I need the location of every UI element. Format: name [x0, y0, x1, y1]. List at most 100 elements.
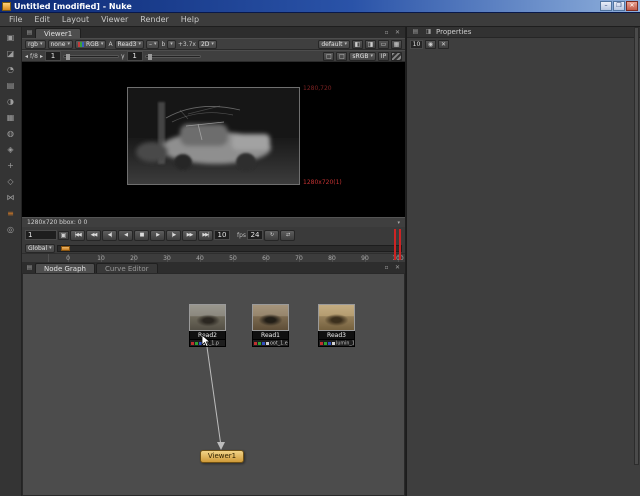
roi-icon[interactable]: ▭	[378, 39, 389, 49]
gamma-slider-handle[interactable]	[147, 53, 152, 60]
bounce-mode-icon[interactable]: ⇄	[280, 229, 296, 241]
node-viewer1[interactable]: Viewer1	[200, 450, 244, 463]
close-button[interactable]: ✕	[626, 1, 638, 11]
dock-edge-strip[interactable]	[634, 27, 639, 465]
range-slider-handle[interactable]	[60, 245, 70, 251]
fstop-right-icon[interactable]: ▸	[40, 53, 43, 60]
lock-icon[interactable]: ▣	[58, 230, 69, 240]
fstop-left-icon[interactable]: ◂	[25, 53, 28, 60]
node-graph-canvas[interactable]: Read2 t_1.p Read1 oot_1.e Read3 lumin_1 …	[22, 273, 405, 496]
timeline-ruler[interactable]: 0 10 20 30 40 50 60 70 80 90 100	[22, 253, 405, 262]
menu-edit[interactable]: Edit	[28, 13, 56, 26]
max-panels-field[interactable]: 10	[410, 40, 423, 49]
toolbar-icon-other[interactable]: ◎	[3, 223, 19, 236]
wipe-mode-dropdown[interactable]: – ▾	[145, 39, 160, 49]
input-a-dropdown[interactable]: Read3 ▾	[114, 39, 144, 49]
wipe-stripes-icon[interactable]	[391, 51, 402, 61]
menu-file[interactable]: File	[3, 13, 28, 26]
range-mode-dropdown[interactable]: Global ▾	[25, 243, 55, 253]
play-forward-fast-button[interactable]: ▶▶	[182, 229, 197, 241]
panel-menu-icon[interactable]: ▤	[24, 263, 35, 273]
chevron-down-icon: ▾	[370, 53, 373, 59]
viewer-process-dropdown[interactable]: default ▾	[318, 39, 350, 49]
play-backward-fast-button[interactable]: ◀◀	[86, 229, 101, 241]
toolbar-icon-time[interactable]: ◔	[3, 63, 19, 76]
channel-chip-red	[254, 341, 257, 345]
close-all-panels-icon[interactable]: ✕	[438, 40, 449, 49]
playhead-marker[interactable]	[394, 229, 401, 260]
menu-render[interactable]: Render	[134, 13, 174, 26]
wipe-a-icon[interactable]: ◧	[352, 39, 363, 49]
cliptest-icon[interactable]: □	[336, 51, 348, 61]
toolbar-icon-channel[interactable]: ▤	[3, 79, 19, 92]
fps-field[interactable]: 24	[247, 230, 264, 240]
toolbar-icon-metadata[interactable]: ≡	[3, 207, 19, 220]
close-panel-icon[interactable]: ✕	[392, 263, 403, 273]
tab-viewer1[interactable]: Viewer1	[35, 28, 82, 38]
checker-icon[interactable]: ▦	[391, 39, 402, 49]
gain-field[interactable]: 1	[44, 51, 61, 61]
tab-node-graph[interactable]: Node Graph	[35, 263, 95, 273]
chevron-down-icon: ▾	[153, 41, 157, 47]
toolbar-icon-transform[interactable]: +	[3, 159, 19, 172]
zoom-level[interactable]: +3.7x	[178, 41, 196, 48]
view-mode-dropdown[interactable]: 2D ▾	[197, 39, 217, 49]
menu-help[interactable]: Help	[175, 13, 205, 26]
goto-start-button[interactable]: |◀◀	[70, 229, 85, 241]
channel-chip-red	[191, 341, 194, 345]
gamma-slider[interactable]	[144, 53, 201, 60]
frame-increment-field[interactable]: 10	[214, 230, 230, 240]
toolbar-icon-color[interactable]: ◑	[3, 95, 19, 108]
title-bar[interactable]: Untitled [modified] - Nuke – ❐ ✕	[0, 0, 640, 13]
float-panel-icon[interactable]: ▫	[381, 263, 392, 273]
viewer-canvas[interactable]: 1280,720 1280x720(1)	[22, 62, 405, 217]
gamma-field[interactable]: 1	[126, 51, 143, 61]
stop-button[interactable]: ■	[134, 229, 149, 241]
prev-increment-button[interactable]: ◀|	[102, 229, 117, 241]
close-panel-icon[interactable]: ✕	[392, 28, 403, 38]
gain-slider-handle[interactable]	[65, 53, 70, 60]
panel-menu-icon[interactable]: ▤	[24, 28, 35, 38]
menu-layout[interactable]: Layout	[56, 13, 95, 26]
gamma-toggle-icon[interactable]: □	[323, 51, 335, 61]
gain-slider[interactable]	[62, 53, 119, 60]
tab-curve-editor[interactable]: Curve Editor	[95, 263, 158, 273]
loop-mode-icon[interactable]: ↻	[264, 229, 280, 241]
viewer-image	[127, 87, 300, 185]
maximize-button[interactable]: ❐	[613, 1, 625, 11]
input-b-dropdown[interactable]: ▾	[167, 39, 176, 49]
play-backward-button[interactable]: ◀	[118, 229, 133, 241]
wipe-b-icon[interactable]: ◨	[365, 39, 376, 49]
node-read3[interactable]: Read3 lumin_1	[318, 304, 355, 347]
toolbar-icon-particles[interactable]: ⋈	[3, 191, 19, 204]
toolbar-icon-merge[interactable]: ◈	[3, 143, 19, 156]
play-forward-button[interactable]: ▶	[150, 229, 165, 241]
layer-dropdown[interactable]: rgb ▾	[25, 39, 46, 49]
menu-viewer[interactable]: Viewer	[95, 13, 134, 26]
pin-all-icon[interactable]: ◉	[425, 40, 436, 49]
chevron-down-icon: ▾	[49, 245, 52, 251]
properties-grid-icon[interactable]: ◨	[423, 27, 434, 37]
input-process-button[interactable]: IP	[378, 51, 389, 61]
toolbar-icon-image[interactable]: ▣	[3, 31, 19, 44]
resolution-bbox-text: 1280x720 bbox: 0 0	[27, 219, 88, 226]
toolbar-icon-draw[interactable]: ◪	[3, 47, 19, 60]
next-increment-button[interactable]: |▶	[166, 229, 181, 241]
fstop-value[interactable]: f/8	[30, 53, 38, 60]
channels-dropdown[interactable]: RGB ▾	[74, 39, 107, 49]
range-slider[interactable]	[56, 244, 402, 252]
float-panel-icon[interactable]: ▫	[381, 28, 392, 38]
node-filename: t_1.p	[207, 340, 219, 346]
toolbar-icon-filter[interactable]: ▦	[3, 111, 19, 124]
matte-dropdown[interactable]: none ▾	[47, 39, 73, 49]
node-read1[interactable]: Read1 oot_1.e	[252, 304, 289, 347]
minimize-button[interactable]: –	[600, 1, 612, 11]
properties-list-icon[interactable]: ▤	[410, 27, 421, 37]
node-read2[interactable]: Read2 t_1.p	[189, 304, 226, 347]
toolbar-icon-3d[interactable]: ◇	[3, 175, 19, 188]
current-frame-field[interactable]: 1	[25, 230, 57, 240]
goto-end-button[interactable]: ▶▶|	[198, 229, 213, 241]
toolbar-icon-keyer[interactable]: ◍	[3, 127, 19, 140]
status-dropdown-icon[interactable]: ▾	[397, 220, 400, 226]
colorspace-dropdown[interactable]: sRGB ▾	[349, 51, 376, 61]
